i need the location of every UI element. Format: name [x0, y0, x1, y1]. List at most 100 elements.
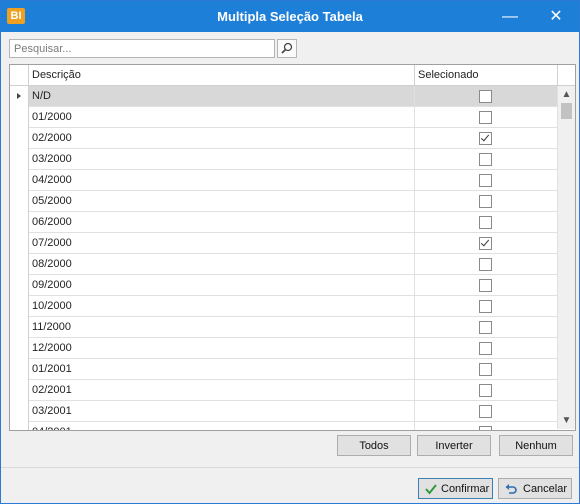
- minimize-button[interactable]: —: [487, 1, 533, 32]
- table-row[interactable]: 07/2000: [10, 233, 557, 254]
- check-icon: [425, 484, 437, 495]
- grid-rows: N/D 01/2000 02/2000 03/2000 04/2000 05/2000 06…: [10, 86, 557, 430]
- column-divider: [414, 107, 415, 128]
- row-description: 01/2001: [32, 363, 72, 375]
- row-indicator[interactable]: [10, 107, 29, 128]
- table-row[interactable]: 10/2000: [10, 296, 557, 317]
- selection-grid: Descrição Selecionado N/D 01/2000 02/2000 0…: [9, 64, 576, 431]
- table-row[interactable]: N/D: [10, 86, 557, 107]
- row-indicator[interactable]: [10, 170, 29, 191]
- selected-checkbox[interactable]: [479, 321, 492, 334]
- selected-checkbox[interactable]: [479, 384, 492, 397]
- row-description: 04/2000: [32, 174, 72, 186]
- row-indicator[interactable]: [10, 275, 29, 296]
- close-button[interactable]: ✕: [533, 1, 579, 32]
- row-indicator[interactable]: [10, 380, 29, 401]
- selected-checkbox[interactable]: [479, 90, 492, 103]
- selected-checkbox[interactable]: [479, 237, 492, 250]
- row-indicator[interactable]: [10, 212, 29, 233]
- selected-checkbox[interactable]: [479, 279, 492, 292]
- row-indicator[interactable]: [10, 233, 29, 254]
- table-row[interactable]: 02/2001: [10, 380, 557, 401]
- row-indicator[interactable]: [10, 149, 29, 170]
- search-button[interactable]: [277, 39, 297, 58]
- selected-checkbox[interactable]: [479, 426, 492, 430]
- column-divider: [414, 401, 415, 422]
- nenhum-button[interactable]: Nenhum: [499, 435, 573, 456]
- row-indicator[interactable]: [10, 422, 29, 430]
- table-row[interactable]: 01/2000: [10, 107, 557, 128]
- row-description: 05/2000: [32, 195, 72, 207]
- table-row[interactable]: 09/2000: [10, 275, 557, 296]
- row-indicator[interactable]: [10, 128, 29, 149]
- column-divider: [414, 338, 415, 359]
- inverter-button[interactable]: Inverter: [417, 435, 491, 456]
- search-bar: [9, 39, 297, 58]
- current-row-indicator-icon[interactable]: [10, 86, 29, 107]
- row-description: 01/2000: [32, 111, 72, 123]
- selected-checkbox[interactable]: [479, 195, 492, 208]
- table-row[interactable]: 08/2000: [10, 254, 557, 275]
- row-indicator[interactable]: [10, 359, 29, 380]
- row-indicator[interactable]: [10, 338, 29, 359]
- table-row[interactable]: 03/2000: [10, 149, 557, 170]
- scroll-down-icon[interactable]: ▼: [558, 412, 575, 429]
- selected-checkbox[interactable]: [479, 174, 492, 187]
- table-row[interactable]: 06/2000: [10, 212, 557, 233]
- confirmar-button[interactable]: Confirmar: [418, 478, 493, 499]
- table-row[interactable]: 04/2000: [10, 170, 557, 191]
- row-description: N/D: [32, 90, 51, 102]
- selected-checkbox[interactable]: [479, 132, 492, 145]
- row-description: 02/2000: [32, 132, 72, 144]
- column-divider: [414, 191, 415, 212]
- column-divider: [414, 254, 415, 275]
- table-row[interactable]: 12/2000: [10, 338, 557, 359]
- todos-button[interactable]: Todos: [337, 435, 411, 456]
- grid-header: Descrição Selecionado: [10, 65, 575, 86]
- column-divider: [414, 65, 415, 85]
- selected-checkbox[interactable]: [479, 363, 492, 376]
- table-row[interactable]: 11/2000: [10, 317, 557, 338]
- column-header-selecionado[interactable]: Selecionado: [418, 69, 479, 81]
- column-header-descricao[interactable]: Descrição: [32, 69, 81, 81]
- table-row[interactable]: 05/2000: [10, 191, 557, 212]
- title-bar[interactable]: BI Multipla Seleção Tabela — ✕: [1, 1, 579, 32]
- undo-icon: [505, 484, 517, 494]
- column-divider: [414, 296, 415, 317]
- row-indicator[interactable]: [10, 296, 29, 317]
- table-row[interactable]: 03/2001: [10, 401, 557, 422]
- selected-checkbox[interactable]: [479, 111, 492, 124]
- selected-checkbox[interactable]: [479, 258, 492, 271]
- scroll-up-icon[interactable]: ▲: [558, 86, 575, 103]
- row-indicator[interactable]: [10, 191, 29, 212]
- column-divider: [414, 359, 415, 380]
- search-input[interactable]: [9, 39, 275, 58]
- row-indicator[interactable]: [10, 317, 29, 338]
- column-divider: [414, 317, 415, 338]
- search-icon: [281, 42, 293, 54]
- table-row[interactable]: 04/2001: [10, 422, 557, 430]
- table-row[interactable]: 02/2000: [10, 128, 557, 149]
- row-indicator[interactable]: [10, 254, 29, 275]
- row-description: 11/2000: [32, 321, 71, 333]
- row-description: 03/2001: [32, 405, 72, 417]
- row-indicator[interactable]: [10, 401, 29, 422]
- selected-checkbox[interactable]: [479, 300, 492, 313]
- column-divider: [414, 86, 415, 107]
- scrollbar-thumb[interactable]: [561, 103, 572, 119]
- selected-checkbox[interactable]: [479, 405, 492, 418]
- column-divider: [414, 422, 415, 430]
- selected-checkbox[interactable]: [479, 342, 492, 355]
- cancelar-label: Cancelar: [523, 483, 568, 495]
- table-row[interactable]: 01/2001: [10, 359, 557, 380]
- row-description: 12/2000: [32, 342, 72, 354]
- vertical-scrollbar[interactable]: ▲ ▼: [557, 86, 575, 429]
- row-description: 10/2000: [32, 300, 72, 312]
- cancelar-button[interactable]: Cancelar: [498, 478, 572, 499]
- footer-divider: [1, 467, 579, 468]
- selected-checkbox[interactable]: [479, 153, 492, 166]
- column-divider: [414, 149, 415, 170]
- column-divider: [557, 65, 558, 85]
- row-indicator-header: [10, 65, 29, 85]
- selected-checkbox[interactable]: [479, 216, 492, 229]
